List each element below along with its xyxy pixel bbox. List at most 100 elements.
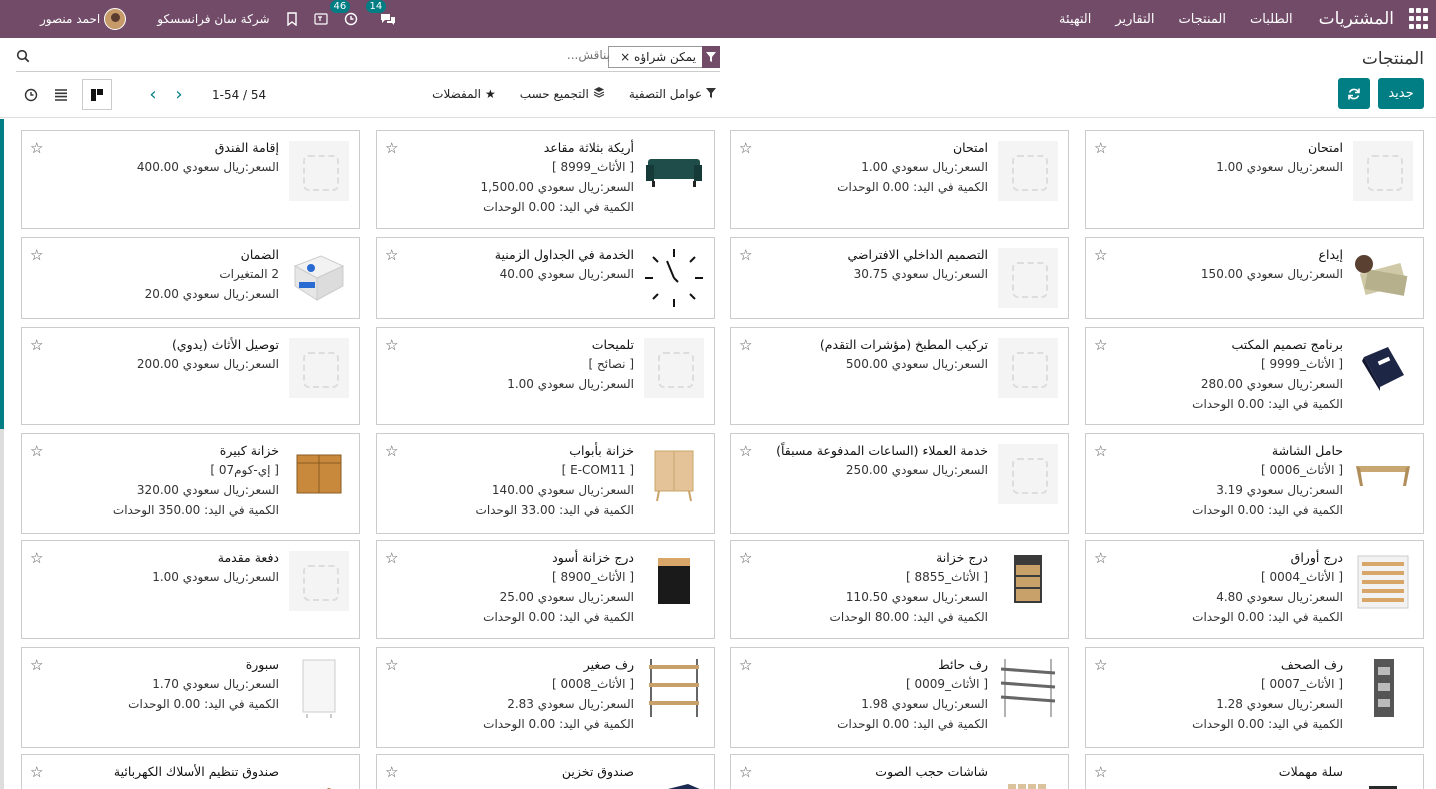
favorite-star-icon[interactable]: ☆ — [30, 549, 43, 567]
product-card[interactable]: درج خزانة [ الأثاث_8855 ] السعر:ريال سعودي… — [730, 540, 1069, 639]
product-card[interactable]: تلميحات [ نصائح ] السعر:ريال سعودي 1.00 ☆ — [376, 327, 715, 425]
product-detail: السعر:ريال سعودي 1.28 — [1216, 697, 1343, 711]
new-button[interactable]: جديد — [1378, 78, 1424, 109]
favorite-star-icon[interactable]: ☆ — [739, 442, 752, 460]
product-card[interactable]: سلة مهملات ☆ — [1085, 754, 1424, 789]
favorite-star-icon[interactable]: ☆ — [739, 139, 752, 157]
favorite-star-icon[interactable]: ☆ — [739, 336, 752, 354]
product-card[interactable]: رف صغير [ الأثاث_0008 ] السعر:ريال سعودي 2… — [376, 647, 715, 748]
product-card[interactable]: سبورة السعر:ريال سعودي 1.70 الكمية في اليد… — [21, 647, 360, 748]
facet-remove-icon[interactable]: × — [620, 50, 630, 64]
product-card[interactable]: أريكة بثلاثة مقاعد [ الأثاث_8999 ] السعر:ر… — [376, 130, 715, 229]
product-info: درج خزانة أسود [ الأثاث_8900 ] السعر:ريال … — [407, 549, 634, 627]
product-name: درج خزانة أسود — [552, 550, 634, 565]
kanban-view: امتحان السعر:ريال سعودي 1.00 ☆ امتحان السعر:… — [21, 130, 1424, 789]
product-detail: [ E-COM11 ] — [561, 463, 634, 477]
product-card[interactable]: رف الصحف [ الأثاث_0007 ] السعر:ريال سعودي … — [1085, 647, 1424, 748]
product-card[interactable]: درج خزانة أسود [ الأثاث_8900 ] السعر:ريال … — [376, 540, 715, 639]
menu-reporting[interactable]: التقارير — [1115, 12, 1154, 27]
menu-orders[interactable]: الطلبات — [1250, 12, 1293, 27]
favorite-star-icon[interactable]: ☆ — [385, 549, 398, 567]
chat-icon[interactable]: 14 — [365, 0, 396, 26]
product-card[interactable]: درج أوراق [ الأثاث_0004 ] السعر:ريال سعودي… — [1085, 540, 1424, 639]
product-card[interactable]: توصيل الأثاث (يدوي) السعر:ريال سعودي 200.… — [21, 327, 360, 425]
navbar-main-menu: المشتريات الطلبات المنتجات التقارير الته… — [1035, 0, 1436, 38]
product-card[interactable]: الضمان 2 المتغيرات السعر:ريال سعودي 20.00 ☆ — [21, 237, 360, 319]
menu-products[interactable]: المنتجات — [1178, 12, 1226, 27]
bookmark-icon[interactable] — [286, 12, 298, 26]
product-name: صندوق تخزين — [561, 764, 634, 779]
favorite-star-icon[interactable]: ☆ — [739, 246, 752, 264]
scroll-track — [0, 429, 4, 789]
favorite-star-icon[interactable]: ☆ — [385, 656, 398, 674]
favorite-star-icon[interactable]: ☆ — [739, 656, 752, 674]
activity-view-icon[interactable] — [16, 79, 46, 110]
favorite-star-icon[interactable]: ☆ — [385, 336, 398, 354]
pager-value[interactable]: 1-54 / 54 — [212, 88, 266, 102]
refresh-button[interactable] — [1338, 78, 1370, 109]
favorite-star-icon[interactable]: ☆ — [30, 336, 43, 354]
product-card[interactable]: حامل الشاشة [ الأثاث_0006 ] السعر:ريال سعو… — [1085, 433, 1424, 534]
activity-icon[interactable]: 46 — [329, 0, 358, 26]
product-card[interactable]: الخدمة في الجداول الزمنية السعر:ريال سعود… — [376, 237, 715, 319]
pager-previous-icon[interactable]: ‹ — [140, 84, 166, 105]
favorite-star-icon[interactable]: ☆ — [1094, 656, 1107, 674]
favorite-star-icon[interactable]: ☆ — [385, 246, 398, 264]
product-detail: السعر:ريال سعودي 1.00 — [152, 570, 279, 584]
product-card[interactable]: رف حائط [ الأثاث_0009 ] السعر:ريال سعودي 1… — [730, 647, 1069, 748]
favorite-star-icon[interactable]: ☆ — [30, 246, 43, 264]
favorites-toggle[interactable]: ★ المفضلات — [432, 86, 496, 101]
favorite-star-icon[interactable]: ☆ — [1094, 763, 1107, 781]
company-switcher[interactable]: شركة سان فرانسسكو — [157, 12, 269, 26]
search-facet[interactable]: يمكن شراؤه × — [608, 46, 720, 68]
favorite-star-icon[interactable]: ☆ — [385, 442, 398, 460]
product-card[interactable]: إقامة الفندق السعر:ريال سعودي 400.00 ☆ — [21, 130, 360, 229]
pager-next-icon[interactable]: › — [166, 84, 192, 105]
favorite-star-icon[interactable]: ☆ — [30, 139, 43, 157]
favorite-star-icon[interactable]: ☆ — [385, 139, 398, 157]
product-image — [996, 139, 1060, 203]
list-view-icon[interactable] — [46, 79, 76, 110]
favorite-star-icon[interactable]: ☆ — [1094, 139, 1107, 157]
scroll-accent — [0, 119, 4, 429]
product-card[interactable]: خدمة العملاء (الساعات المدفوعة مسبقاً) ال… — [730, 433, 1069, 534]
product-card[interactable]: دفعة مقدمة السعر:ريال سعودي 1.00 ☆ — [21, 540, 360, 639]
app-name[interactable]: المشتريات — [1319, 9, 1394, 29]
favorite-star-icon[interactable]: ☆ — [30, 656, 43, 674]
apps-menu-icon[interactable] — [1406, 8, 1428, 30]
activity-count-badge: 46 — [329, 0, 351, 13]
product-detail: [ الأثاث_0004 ] — [1260, 570, 1343, 584]
product-card[interactable]: برنامج تصميم المكتب [ الأثاث_9999 ] السعر:… — [1085, 327, 1424, 425]
translate-icon[interactable] — [313, 12, 328, 26]
product-card[interactable]: التصميم الداخلي الافتراضي السعر:ريال سعود… — [730, 237, 1069, 319]
product-card[interactable]: خزانة بأبواب [ E-COM11 ] السعر:ريال سعودي … — [376, 433, 715, 534]
product-card[interactable]: صندوق تخزين ☆ — [376, 754, 715, 789]
favorite-star-icon[interactable]: ☆ — [1094, 246, 1107, 264]
groupby-toggle[interactable]: التجميع حسب — [520, 86, 605, 101]
favorite-star-icon[interactable]: ☆ — [1094, 442, 1107, 460]
kanban-view-icon[interactable] — [82, 79, 112, 110]
favorite-star-icon[interactable]: ☆ — [1094, 549, 1107, 567]
favorite-star-icon[interactable]: ☆ — [30, 442, 43, 460]
user-menu[interactable]: احمد منصور — [40, 8, 127, 30]
product-card[interactable]: امتحان السعر:ريال سعودي 1.00 الكمية في الي… — [730, 130, 1069, 229]
search-input[interactable] — [490, 48, 610, 62]
favorite-star-icon[interactable]: ☆ — [1094, 336, 1107, 354]
product-image — [1351, 656, 1415, 720]
filters-toggle[interactable]: عوامل التصفية — [629, 86, 716, 101]
product-info: صندوق تخزين — [407, 763, 634, 781]
product-card[interactable]: خزانة كبيرة [ إي-كوم07 ] السعر:ريال سعودي … — [21, 433, 360, 534]
product-card[interactable]: امتحان السعر:ريال سعودي 1.00 ☆ — [1085, 130, 1424, 229]
favorite-star-icon[interactable]: ☆ — [739, 549, 752, 567]
product-card[interactable]: تركيب المطبخ (مؤشرات التقدم) السعر:ريال س… — [730, 327, 1069, 425]
menu-configuration[interactable]: التهيئة — [1059, 12, 1091, 27]
favorite-star-icon[interactable]: ☆ — [385, 763, 398, 781]
favorite-star-icon[interactable]: ☆ — [30, 763, 43, 781]
favorite-star-icon[interactable]: ☆ — [739, 763, 752, 781]
search-icon[interactable] — [16, 49, 30, 67]
product-card[interactable]: إيداع السعر:ريال سعودي 150.00 ☆ — [1085, 237, 1424, 319]
product-card[interactable]: صندوق تنظيم الأسلاك الكهربائية ☆ — [21, 754, 360, 789]
product-image — [996, 549, 1060, 613]
product-card[interactable]: شاشات حجب الصوت ☆ — [730, 754, 1069, 789]
product-info: تلميحات [ نصائح ] السعر:ريال سعودي 1.00 — [407, 336, 634, 394]
